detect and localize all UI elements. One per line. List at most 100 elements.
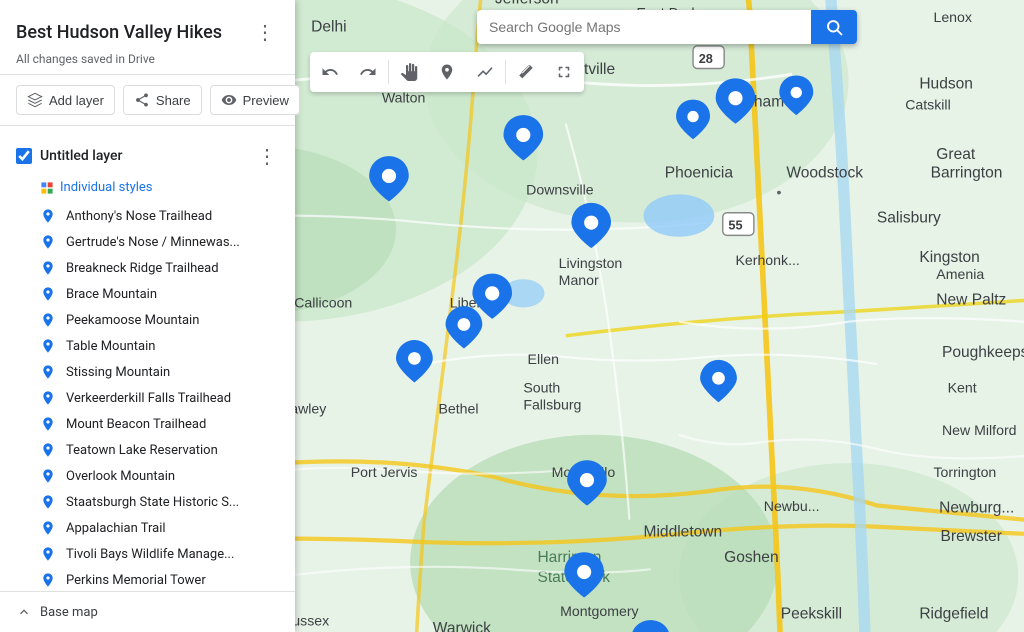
place-name: Staatsburgh State Historic S...	[66, 495, 239, 510]
place-name: Mount Beacon Trailhead	[66, 417, 206, 432]
separator-2	[505, 60, 506, 84]
place-item[interactable]: Appalachian Trail	[0, 515, 295, 541]
base-map-label: Base map	[40, 605, 98, 620]
ruler-icon	[517, 63, 535, 81]
place-item[interactable]: Stissing Mountain	[0, 359, 295, 385]
share-button[interactable]: Share	[123, 85, 202, 115]
search-icon	[825, 18, 843, 36]
draw-line-button[interactable]	[467, 54, 503, 90]
svg-text:Ridgefield: Ridgefield	[919, 606, 988, 623]
svg-text:28: 28	[699, 51, 713, 66]
place-item[interactable]: Staatsburgh State Historic S...	[0, 489, 295, 515]
place-item[interactable]: Tivoli Bays Wildlife Manage...	[0, 541, 295, 567]
svg-text:Brewster: Brewster	[941, 528, 1002, 545]
sidebar: Best Hudson Valley Hikes ⋮ All changes s…	[0, 0, 295, 632]
svg-text:Kerhonk...: Kerhonk...	[735, 252, 799, 268]
place-marker-icon	[40, 364, 56, 380]
place-marker-icon	[40, 390, 56, 406]
place-item[interactable]: Verkeerderkill Falls Trailhead	[0, 385, 295, 411]
place-name: Table Mountain	[66, 339, 155, 354]
place-name: Breakneck Ridge Trailhead	[66, 261, 219, 276]
fullscreen-button[interactable]	[546, 54, 582, 90]
place-item[interactable]: Breakneck Ridge Trailhead	[0, 255, 295, 281]
share-icon	[134, 92, 150, 108]
svg-text:Livingston: Livingston	[559, 255, 623, 271]
fullscreen-icon	[555, 63, 573, 81]
svg-text:Peekskill: Peekskill	[781, 606, 842, 623]
undo-icon	[321, 63, 339, 81]
place-name: Tivoli Bays Wildlife Manage...	[66, 547, 234, 562]
undo-button[interactable]	[312, 54, 348, 90]
svg-text:Downsville: Downsville	[526, 181, 594, 197]
place-name: Perkins Memorial Tower	[66, 573, 206, 588]
place-item[interactable]: Brace Mountain	[0, 281, 295, 307]
individual-styles-row[interactable]: Individual styles	[0, 178, 295, 203]
svg-text:Middletown: Middletown	[644, 524, 723, 541]
place-marker-icon	[40, 520, 56, 536]
add-marker-button[interactable]	[429, 54, 465, 90]
place-name: Verkeerderkill Falls Trailhead	[66, 391, 231, 406]
place-item[interactable]: Mount Beacon Trailhead	[0, 411, 295, 437]
map-title: Best Hudson Valley Hikes	[16, 22, 222, 43]
place-item[interactable]: Perkins Memorial Tower	[0, 567, 295, 591]
style-flag-icon	[40, 181, 54, 195]
place-name: Peekamoose Mountain	[66, 313, 199, 328]
place-item[interactable]: Gertrude's Nose / Minnewas...	[0, 229, 295, 255]
place-item[interactable]: Table Mountain	[0, 333, 295, 359]
preview-icon	[221, 92, 237, 108]
place-marker-icon	[40, 468, 56, 484]
svg-text:Bethel: Bethel	[438, 401, 478, 417]
title-row: Best Hudson Valley Hikes ⋮	[16, 16, 279, 48]
layer-title-row: Untitled layer	[16, 148, 123, 164]
search-button[interactable]	[811, 10, 857, 44]
svg-text:Montgomery: Montgomery	[560, 603, 639, 619]
share-label: Share	[156, 93, 191, 108]
svg-text:Phoenicia: Phoenicia	[665, 164, 734, 181]
place-item[interactable]: Teatown Lake Reservation	[0, 437, 295, 463]
base-map-section[interactable]: Base map	[0, 591, 295, 632]
place-marker-icon	[40, 338, 56, 354]
svg-text:Goshen: Goshen	[724, 549, 778, 566]
redo-button[interactable]	[350, 54, 386, 90]
map-controls	[310, 10, 1024, 44]
more-options-icon[interactable]: ⋮	[251, 16, 279, 48]
place-marker-icon	[40, 208, 56, 224]
svg-text:•: •	[776, 184, 781, 200]
preview-button[interactable]: Preview	[210, 85, 300, 115]
search-box[interactable]	[477, 10, 857, 44]
search-input[interactable]	[477, 11, 811, 43]
measure-distance-button[interactable]	[508, 54, 544, 90]
layer-toggle-checkbox[interactable]	[16, 148, 32, 164]
individual-styles-label: Individual styles	[60, 180, 153, 195]
add-layer-icon	[27, 92, 43, 108]
layers-section: Untitled layer ⋮ Individual styles Antho…	[0, 126, 295, 591]
svg-text:New Paltz: New Paltz	[936, 292, 1006, 309]
svg-text:Newburg...: Newburg...	[939, 500, 1014, 517]
place-marker-icon	[40, 572, 56, 588]
place-name: Appalachian Trail	[66, 521, 166, 536]
place-item[interactable]: Peekamoose Mountain	[0, 307, 295, 333]
preview-label: Preview	[243, 93, 289, 108]
place-marker-icon	[40, 260, 56, 276]
chevron-right-icon	[16, 604, 32, 620]
pan-button[interactable]	[391, 54, 427, 90]
layer-more-icon[interactable]: ⋮	[255, 142, 279, 170]
place-item[interactable]: Overlook Mountain	[0, 463, 295, 489]
svg-text:Salisbury: Salisbury	[877, 210, 941, 227]
place-marker-icon	[40, 546, 56, 562]
svg-text:Kent: Kent	[948, 379, 977, 395]
svg-text:Callicoon: Callicoon	[294, 295, 352, 311]
add-layer-button[interactable]: Add layer	[16, 85, 115, 115]
svg-text:Woodstock: Woodstock	[786, 164, 863, 181]
svg-text:Barrington: Barrington	[931, 164, 1003, 181]
place-name: Teatown Lake Reservation	[66, 443, 218, 458]
place-marker-icon	[40, 286, 56, 302]
svg-text:Ellen: Ellen	[528, 351, 559, 367]
place-name: Stissing Mountain	[66, 365, 170, 380]
sidebar-header: Best Hudson Valley Hikes ⋮ All changes s…	[0, 0, 295, 75]
place-item[interactable]: Anthony's Nose Trailhead	[0, 203, 295, 229]
action-toolbar: Add layer Share Preview	[0, 75, 295, 126]
add-layer-label: Add layer	[49, 93, 104, 108]
svg-text:Poughkeepsie: Poughkeepsie	[942, 344, 1024, 361]
place-name: Gertrude's Nose / Minnewas...	[66, 235, 240, 250]
